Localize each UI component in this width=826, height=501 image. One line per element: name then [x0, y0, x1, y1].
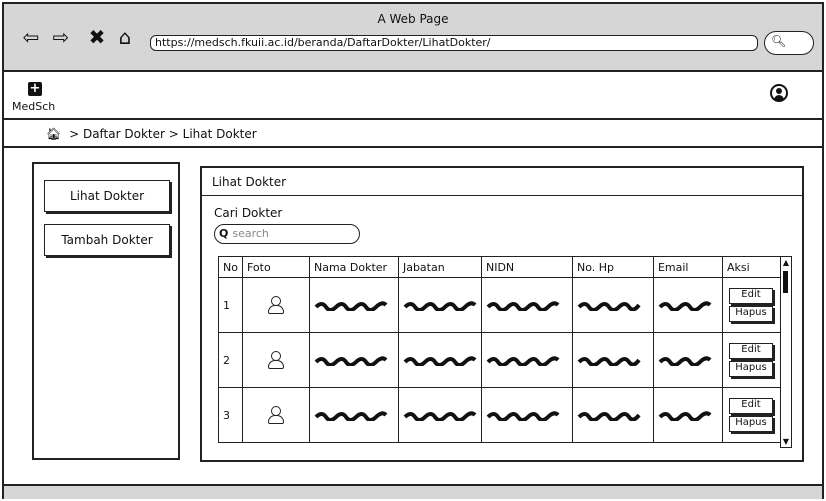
medsch-logo-icon[interactable]: +: [28, 82, 42, 96]
phone-cell: [571, 387, 654, 443]
breadcrumb-separator: >: [168, 127, 179, 141]
search-label: Cari Dokter: [214, 206, 283, 220]
table-scrollbar[interactable]: ▲ ▼: [780, 256, 792, 448]
row-number: 3: [218, 387, 243, 443]
table-row: 2 Edit Hapus: [218, 332, 784, 388]
scribble-placeholder: [314, 301, 388, 311]
browser-window: A Web Page ⇦ ⇨ ✖ ⌂ https://medsch.fkuii.…: [2, 2, 824, 499]
email-cell: [652, 277, 723, 333]
edit-button[interactable]: Edit: [728, 398, 773, 414]
back-arrow-icon[interactable]: ⇦: [20, 26, 42, 48]
scribble-placeholder: [403, 301, 477, 311]
window-title: A Web Page: [377, 12, 449, 26]
phone-cell: [571, 277, 654, 333]
sidebar: Lihat Dokter Tambah Dokter: [32, 162, 180, 460]
delete-button[interactable]: Hapus: [728, 361, 773, 377]
scribble-placeholder: [658, 301, 712, 311]
scribble-placeholder: [658, 411, 712, 421]
scribble-placeholder: [314, 356, 388, 366]
panel-title: Lihat Dokter: [202, 168, 802, 196]
row-number: 2: [218, 332, 243, 388]
email-cell: [652, 387, 723, 443]
phone-cell: [571, 332, 654, 388]
column-header-no-hp: No. Hp: [571, 256, 654, 278]
home-icon[interactable]: 🏠︎: [46, 127, 61, 141]
window-statusbar: [4, 484, 822, 499]
action-cell: Edit Hapus: [721, 387, 784, 443]
photo-cell: [241, 277, 310, 333]
doctor-list-panel: Lihat Dokter Cari Dokter Qsearch No Foto…: [200, 166, 804, 462]
scribble-placeholder: [577, 302, 641, 311]
action-cell: Edit Hapus: [721, 277, 784, 333]
delete-button[interactable]: Hapus: [728, 416, 773, 432]
scrollbar-thumb[interactable]: [783, 271, 788, 293]
browser-titlebar: A Web Page ⇦ ⇨ ✖ ⌂ https://medsch.fkuii.…: [4, 4, 822, 72]
search-input[interactable]: Qsearch: [214, 224, 360, 244]
browser-search-button[interactable]: 🔍︎: [764, 31, 814, 55]
nidn-cell: [480, 332, 573, 388]
delete-button[interactable]: Hapus: [728, 306, 773, 322]
scribble-placeholder: [658, 356, 712, 366]
column-header-jabatan: Jabatan: [397, 256, 482, 278]
scribble-placeholder: [314, 411, 388, 421]
name-cell: [308, 332, 399, 388]
scribble-placeholder: [577, 412, 641, 421]
search-icon: Q: [219, 227, 229, 240]
breadcrumb-daftar-dokter[interactable]: Daftar Dokter: [83, 127, 165, 141]
person-icon: [267, 406, 284, 424]
address-bar[interactable]: https://medsch.fkuii.ac.id/beranda/Dafta…: [150, 35, 758, 51]
search-placeholder: search: [232, 227, 269, 240]
column-header-nidn: NIDN: [480, 256, 573, 278]
person-icon: [267, 351, 284, 369]
breadcrumb-separator: >: [69, 127, 80, 141]
nidn-cell: [480, 277, 573, 333]
home-icon[interactable]: ⌂: [114, 26, 136, 48]
action-cell: Edit Hapus: [721, 332, 784, 388]
edit-button[interactable]: Edit: [728, 288, 773, 304]
photo-cell: [241, 387, 310, 443]
person-icon: [267, 296, 284, 314]
scribble-placeholder: [577, 357, 641, 366]
edit-button[interactable]: Edit: [728, 343, 773, 359]
position-cell: [397, 387, 482, 443]
scribble-placeholder: [403, 411, 477, 421]
sidebar-item-lihat-dokter[interactable]: Lihat Dokter: [44, 180, 170, 212]
photo-cell: [241, 332, 310, 388]
table-row: 3 Edit Hapus: [218, 387, 784, 443]
name-cell: [308, 387, 399, 443]
breadcrumb-lihat-dokter: Lihat Dokter: [182, 127, 257, 141]
table-row: 1 Edit Hapus: [218, 277, 784, 333]
scroll-up-icon[interactable]: ▲: [782, 258, 790, 267]
column-header-email: Email: [652, 256, 723, 278]
app-header: [4, 74, 822, 120]
nidn-cell: [480, 387, 573, 443]
sidebar-item-tambah-dokter[interactable]: Tambah Dokter: [44, 224, 170, 256]
name-cell: [308, 277, 399, 333]
column-header-foto: Foto: [241, 256, 310, 278]
scribble-placeholder: [486, 356, 560, 366]
forward-arrow-icon[interactable]: ⇨: [50, 26, 72, 48]
search-icon: 🔍︎: [771, 34, 787, 48]
table-header-row: No Foto Nama Dokter Jabatan NIDN No. Hp …: [218, 256, 784, 278]
brand-name[interactable]: MedSch: [12, 100, 55, 113]
close-icon[interactable]: ✖: [86, 26, 108, 48]
scribble-placeholder: [486, 411, 560, 421]
scroll-down-icon[interactable]: ▼: [782, 437, 790, 446]
breadcrumb: 🏠︎ > Daftar Dokter > Lihat Dokter: [4, 122, 822, 148]
column-header-no: No: [218, 256, 243, 278]
user-avatar-icon[interactable]: [770, 84, 788, 102]
row-number: 1: [218, 277, 243, 333]
scribble-placeholder: [403, 356, 477, 366]
position-cell: [397, 277, 482, 333]
position-cell: [397, 332, 482, 388]
doctor-table: No Foto Nama Dokter Jabatan NIDN No. Hp …: [218, 256, 784, 443]
email-cell: [652, 332, 723, 388]
column-header-aksi: Aksi: [721, 256, 784, 278]
scribble-placeholder: [486, 301, 560, 311]
column-header-nama-dokter: Nama Dokter: [308, 256, 399, 278]
